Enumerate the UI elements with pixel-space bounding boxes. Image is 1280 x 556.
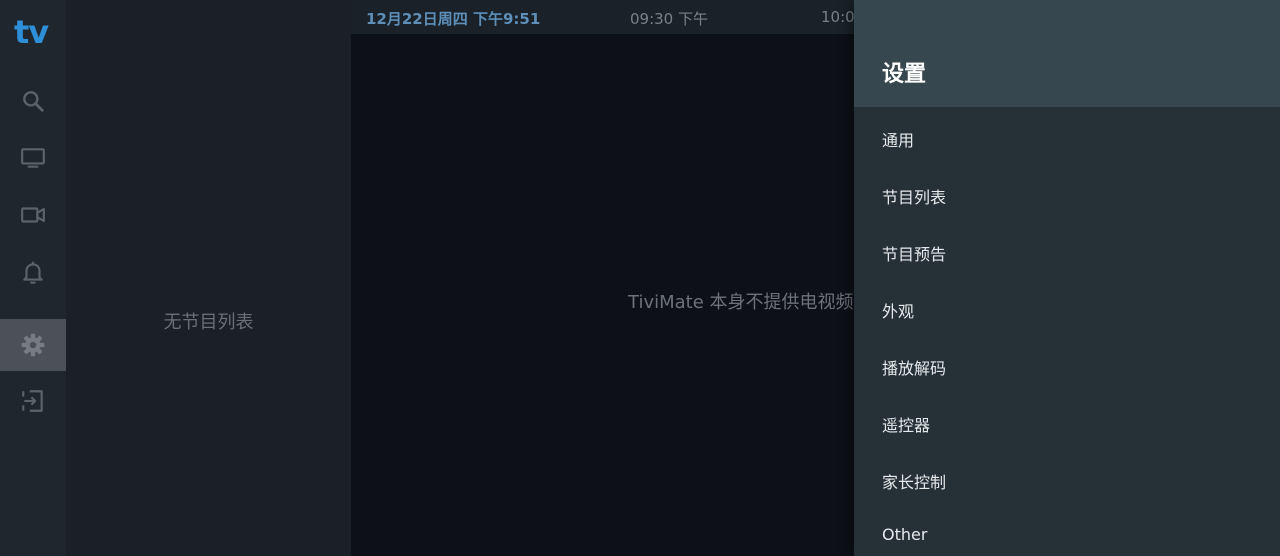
time-slot: 09:30 下午: [630, 10, 708, 28]
guide-timebar: 12月22日周四 下午9:51 09:30 下午 10:0: [351, 0, 855, 34]
bell-icon: [23, 261, 43, 284]
tv-guide: 12月22日周四 下午9:51 09:30 下午 10:0 TiviMate 本…: [351, 0, 855, 556]
nav-search-button[interactable]: [0, 75, 66, 127]
current-date-time: 12月22日周四 下午9:51: [366, 10, 541, 28]
settings-item-label: 节目预告: [882, 245, 947, 264]
settings-item-label: Other: [882, 525, 928, 544]
settings-item-other[interactable]: Other: [854, 506, 1280, 556]
tv-icon: [21, 148, 45, 168]
settings-title: 设置: [882, 62, 927, 87]
settings-header: 设置: [854, 0, 1280, 107]
settings-item-label: 播放解码: [882, 359, 947, 378]
guide-message: TiviMate 本身不提供电视频: [628, 292, 854, 313]
settings-item-label: 遥控器: [882, 416, 931, 435]
settings-item-general[interactable]: 通用: [854, 108, 1280, 165]
settings-item-label: 通用: [882, 131, 915, 150]
app-logo: tv: [14, 13, 49, 51]
tivimate-screen: tv 无节目列表 12月22日周四 下午9:51 09:30 下午 10:0 T…: [0, 0, 1280, 556]
settings-item-label: 外观: [882, 302, 915, 321]
playlist-panel: 无节目列表: [66, 0, 351, 556]
video-camera-icon: [21, 207, 45, 223]
settings-item-label: 节目列表: [882, 188, 947, 207]
exit-icon: [22, 390, 43, 412]
settings-item-appearance[interactable]: 外观: [854, 279, 1280, 336]
settings-item-parental-control[interactable]: 家长控制: [854, 450, 1280, 507]
settings-panel: 设置 通用 节目列表 节目预告 外观 播放解码 遥控器 家长控制 Other: [854, 0, 1280, 556]
settings-item-epg[interactable]: 节目预告: [854, 222, 1280, 279]
nav-exit-button[interactable]: [0, 375, 66, 427]
nav-settings-button[interactable]: [0, 319, 66, 371]
nav-tv-button[interactable]: [0, 132, 66, 184]
nav-recordings-button[interactable]: [0, 189, 66, 241]
settings-item-remote[interactable]: 遥控器: [854, 393, 1280, 450]
nav-reminders-button[interactable]: [0, 246, 66, 298]
settings-item-playback[interactable]: 播放解码: [854, 336, 1280, 393]
time-slot: 10:0: [821, 8, 855, 26]
search-icon: [23, 91, 44, 112]
gear-icon: [21, 333, 45, 357]
settings-item-playlists[interactable]: 节目列表: [854, 165, 1280, 222]
settings-item-label: 家长控制: [882, 473, 947, 492]
nav-rail: tv: [0, 0, 66, 556]
playlist-empty-text: 无节目列表: [163, 312, 254, 333]
